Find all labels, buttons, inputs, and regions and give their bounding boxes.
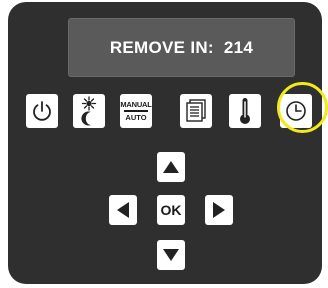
up-button[interactable] [157, 152, 185, 182]
clock-button-highlight [277, 82, 328, 133]
right-button[interactable] [205, 195, 233, 225]
down-button[interactable] [157, 240, 185, 270]
arrow-right-icon [213, 202, 225, 218]
ok-label: OK [160, 202, 182, 218]
sun-moon-icon [81, 96, 97, 126]
display-text: REMOVE IN: 214 [109, 37, 254, 57]
manual-auto-divider [123, 110, 148, 112]
auto-label: AUTO [125, 112, 147, 122]
arrow-left-icon [117, 202, 129, 218]
day-night-button[interactable] [73, 94, 105, 128]
power-button[interactable] [26, 94, 58, 128]
menu-list-icon [186, 99, 206, 122]
left-button[interactable] [109, 195, 137, 225]
temperature-button[interactable] [229, 94, 261, 128]
menu-button[interactable] [180, 94, 212, 128]
lcd-display: REMOVE IN: 214 [68, 18, 295, 77]
control-panel: REMOVE IN: 214 MANUAL AUTO OK [8, 2, 328, 284]
manual-auto-button[interactable]: MANUAL AUTO [120, 94, 152, 128]
ok-button[interactable]: OK [157, 195, 185, 225]
arrow-down-icon [163, 249, 179, 261]
manual-auto-label: MANUAL AUTO [120, 101, 151, 121]
thermometer-icon [240, 98, 250, 124]
manual-label: MANUAL [120, 99, 152, 109]
arrow-up-icon [163, 161, 179, 173]
power-icon [33, 101, 51, 121]
